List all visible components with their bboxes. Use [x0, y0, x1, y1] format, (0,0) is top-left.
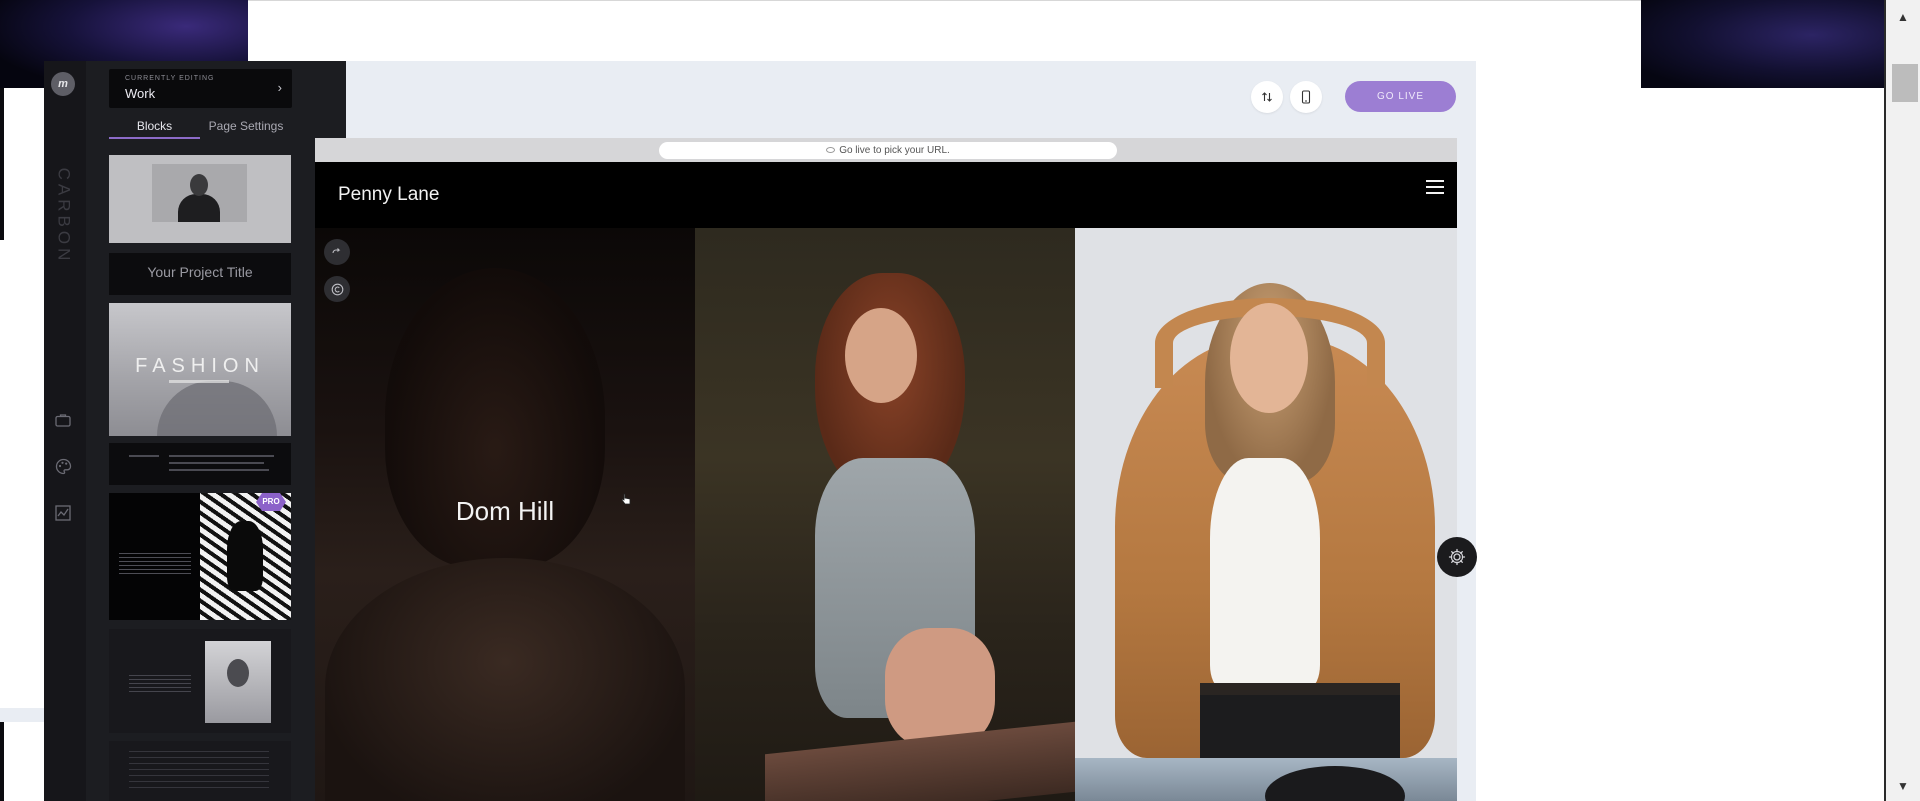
scroll-up-arrow-icon[interactable]: ▲: [1886, 6, 1920, 28]
gallery-photo: [885, 628, 995, 748]
block-thumbnail-fashion[interactable]: FASHION: [109, 303, 291, 436]
mobile-preview-icon: [1301, 90, 1311, 104]
gallery-item[interactable]: [1075, 228, 1457, 801]
block-thumbnail-project-title[interactable]: Your Project Title: [109, 253, 291, 295]
gallery-photo: [845, 308, 917, 403]
link-icon[interactable]: [324, 239, 350, 265]
gallery-photo: [1075, 758, 1457, 801]
gallery-photo: [1230, 303, 1308, 413]
sort-arrows-icon: [1262, 92, 1272, 102]
brand-wordmark: CARBON: [46, 161, 80, 271]
fashion-title-text: FASHION: [135, 355, 265, 377]
thumbnail-paragraph: [129, 675, 191, 693]
hand-cursor-icon: [621, 493, 631, 505]
page-scrollbar[interactable]: ▲ ▼: [1884, 0, 1920, 801]
thumbnail-photo: [205, 641, 271, 723]
currently-editing-selector[interactable]: CURRENTLY EDITING Work ›: [109, 69, 292, 108]
go-live-button[interactable]: GO LIVE: [1345, 81, 1456, 112]
gear-icon: [1448, 548, 1466, 566]
block-thumbnail-list: Your Project Title FASHION PRO: [109, 155, 292, 801]
project-title-text: Your Project Title: [147, 264, 253, 280]
background-edge-strip: [0, 722, 4, 801]
site-preview: Go live to pick your URL. Penny Lane Dom…: [315, 138, 1457, 801]
mobile-preview-button[interactable]: [1290, 81, 1322, 113]
eye-icon: [826, 147, 836, 154]
gallery-item[interactable]: [695, 228, 1075, 801]
thumbnail-paragraph: [119, 553, 191, 575]
thumbnail-text-line: [169, 469, 269, 471]
left-rail: m CARBON: [44, 61, 86, 801]
copyright-icon[interactable]: [324, 276, 350, 302]
block-thumbnail-text[interactable]: [109, 443, 291, 485]
preview-browser-bar: Go live to pick your URL.: [315, 138, 1457, 162]
thumbnail-text-line: [129, 455, 159, 457]
panel-tabs: Blocks Page Settings: [109, 117, 292, 139]
thumbnail-text-line: [169, 455, 274, 457]
gallery-item-title: Dom Hill: [455, 496, 555, 526]
scroll-down-arrow-icon[interactable]: ▼: [1886, 775, 1920, 797]
tab-page-settings[interactable]: Page Settings: [200, 117, 292, 139]
reorder-button[interactable]: [1251, 81, 1283, 113]
tab-blocks[interactable]: Blocks: [109, 117, 200, 139]
palette-icon[interactable]: [51, 454, 75, 478]
background-edge-strip: [0, 88, 4, 240]
app-logo[interactable]: m: [51, 72, 75, 96]
pro-badge: PRO: [256, 493, 286, 511]
gallery-photo: [1210, 458, 1320, 688]
page-top-border: [248, 0, 1641, 1]
block-settings-button[interactable]: [1437, 537, 1477, 577]
chevron-right-icon: ›: [277, 80, 282, 95]
screen: ▲ ▼ m CARBON CURRENTLY EDITING Work › Bl…: [0, 0, 1920, 801]
site-editor: m CARBON CURRENTLY EDITING Work › Blocks: [44, 61, 1477, 801]
background-edge-strip: [0, 708, 44, 722]
currently-editing-label: CURRENTLY EDITING: [125, 75, 215, 82]
gallery-item-dom-hill[interactable]: Dom Hill: [315, 228, 695, 801]
hamburger-menu-icon[interactable]: [1426, 180, 1444, 196]
brand-name: CARBON: [54, 167, 74, 265]
thumbnail-text-line: [169, 462, 264, 464]
gallery-photo: [325, 558, 685, 801]
block-thumbnail-list-text[interactable]: [109, 741, 291, 801]
site-header: Penny Lane: [315, 162, 1457, 228]
thumbnail-photo: [157, 381, 277, 436]
scrollbar-thumb[interactable]: [1892, 64, 1918, 102]
thumbnail-subtitle-line: [169, 380, 229, 383]
site-name[interactable]: Penny Lane: [338, 184, 439, 206]
gallery-photo: [1200, 683, 1400, 695]
block-thumbnail-portrait[interactable]: [109, 155, 291, 243]
thumbnail-photo: [152, 164, 247, 222]
block-thumbnail-image-text[interactable]: [109, 629, 291, 733]
block-thumbnail-split-pro[interactable]: PRO: [109, 493, 291, 620]
blocks-panel: CURRENTLY EDITING Work › Blocks Page Set…: [86, 61, 346, 801]
thumbnail-figure: [227, 521, 263, 591]
background-image-top-right: [1641, 0, 1885, 88]
briefcase-icon[interactable]: [51, 408, 75, 432]
currently-editing-value: Work: [125, 86, 156, 101]
url-hint-text: Go live to pick your URL.: [839, 145, 950, 156]
thumbnail-paragraph: [129, 751, 269, 791]
analytics-icon[interactable]: [51, 501, 75, 525]
preview-url-bar[interactable]: Go live to pick your URL.: [659, 142, 1117, 159]
